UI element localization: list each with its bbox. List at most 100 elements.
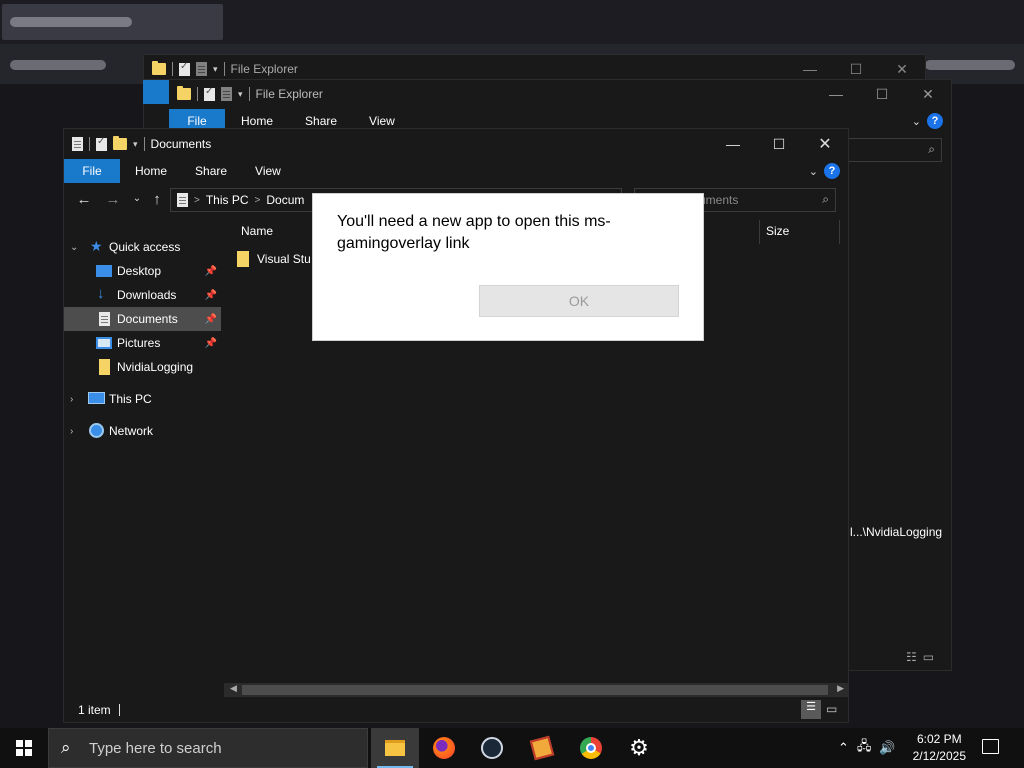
folder-icon [237, 251, 249, 267]
properties-icon[interactable] [96, 136, 107, 151]
taskbar-firefox[interactable] [420, 728, 468, 768]
windows-logo-icon [16, 740, 32, 756]
ok-button[interactable]: OK [479, 285, 679, 317]
column-divider[interactable] [839, 220, 840, 244]
taskbar-settings[interactable]: ⚙ [615, 728, 663, 768]
properties-icon[interactable] [204, 86, 215, 101]
breadcrumb-separator[interactable]: > [255, 195, 261, 206]
network-icon[interactable]: 🖧 [857, 737, 872, 759]
file-name: Visual Stu [257, 252, 311, 266]
close-button[interactable]: ✕ [905, 80, 951, 108]
ribbon-tabs: File Home Share View ⌄ ? [64, 159, 848, 183]
status-separator [118, 703, 120, 716]
tab-file-partial [143, 80, 169, 104]
documents-icon [177, 193, 188, 207]
clock[interactable]: 6:02 PM 2/12/2025 [913, 731, 966, 765]
show-hidden-icons-icon[interactable]: ⌃ [838, 740, 849, 756]
chevron-down-icon[interactable]: ▾ [213, 64, 218, 75]
up-arrow-icon[interactable]: ↑ [145, 191, 169, 208]
pin-icon[interactable]: 📌 [205, 290, 217, 301]
desktop-top-strip [0, 0, 1024, 44]
taskbar-game-app[interactable] [518, 728, 566, 768]
tab-file[interactable]: File [64, 159, 120, 183]
details-view-icon[interactable]: ☰ [801, 700, 821, 719]
chevron-down-icon[interactable]: ▾ [133, 139, 138, 150]
search-placeholder: Type here to search [89, 739, 222, 757]
app-needed-dialog: You'll need a new app to open this ms-ga… [312, 193, 704, 341]
nav-label: Documents [117, 312, 178, 326]
view-buttons: ☷ ▭ [906, 650, 934, 664]
clock-time: 6:02 PM [916, 732, 962, 746]
tab-home[interactable]: Home [120, 159, 181, 183]
window-title: Documents [150, 137, 212, 151]
expand-chevron-icon[interactable]: › [70, 426, 73, 437]
nav-network[interactable]: › Network [64, 419, 221, 443]
game-app-icon [529, 735, 555, 761]
start-button[interactable] [0, 728, 48, 768]
details-view-icon[interactable]: ☷ [906, 650, 917, 664]
taskbar-search-input[interactable]: ⌕ Type here to search [48, 728, 368, 768]
forward-arrow-icon[interactable]: → [101, 191, 125, 208]
back-arrow-icon[interactable]: ← [72, 191, 96, 208]
nav-label: Downloads [117, 288, 177, 302]
new-folder-icon[interactable] [221, 87, 232, 101]
taskbar-steam[interactable] [468, 728, 516, 768]
chrome-icon [580, 737, 602, 759]
column-divider[interactable] [759, 220, 760, 244]
chevron-down-icon[interactable]: ▾ [238, 89, 243, 100]
column-header-size[interactable]: Size [766, 224, 789, 238]
expand-chevron-icon[interactable]: ⌄ [70, 242, 78, 253]
minimize-button[interactable]: — [813, 80, 859, 108]
help-icon[interactable]: ? [824, 163, 840, 179]
chevron-down-icon[interactable]: ⌄ [912, 115, 921, 128]
search-icon: ⌕ [928, 142, 935, 156]
minimize-button[interactable]: — [710, 129, 756, 159]
nav-item-nvidialogging[interactable]: NvidiaLogging [64, 355, 221, 379]
nav-quick-access[interactable]: ⌄ ★ Quick access [64, 235, 221, 259]
scroll-right-icon[interactable]: ▶ [837, 683, 844, 694]
folder-icon [99, 359, 110, 375]
horizontal-scrollbar[interactable]: ◀ ▶ [224, 683, 848, 697]
taskbar-file-explorer[interactable] [371, 728, 419, 768]
large-icons-view-icon[interactable]: ▭ [826, 702, 837, 716]
file-explorer-icon [385, 740, 405, 756]
notifications-icon[interactable] [982, 739, 999, 754]
column-header-name[interactable]: Name [241, 224, 273, 238]
chevron-down-icon[interactable]: ⌄ [809, 165, 818, 178]
desktop-icon [96, 265, 112, 277]
expand-chevron-icon[interactable]: › [70, 394, 73, 405]
maximize-button[interactable]: ☐ [859, 80, 905, 108]
taskbar-chrome[interactable] [567, 728, 615, 768]
search-box[interactable]: s ⌕ [834, 138, 942, 162]
nav-item-documents[interactable]: Documents 📌 [64, 307, 221, 331]
tab-view[interactable]: View [241, 159, 295, 183]
help-icon[interactable]: ? [927, 113, 943, 129]
tab-share[interactable]: Share [181, 159, 241, 183]
steam-icon [481, 737, 503, 759]
nav-this-pc[interactable]: › This PC [64, 387, 221, 411]
close-button[interactable]: ✕ [802, 129, 848, 159]
scrollbar-thumb[interactable] [242, 685, 828, 695]
breadcrumb-this-pc[interactable]: This PC [206, 193, 249, 207]
volume-icon[interactable]: 🔊 [879, 740, 895, 756]
large-icons-view-icon[interactable]: ▭ [923, 650, 934, 664]
nav-item-downloads[interactable]: ↓ Downloads 📌 [64, 283, 221, 307]
pin-icon[interactable]: 📌 [205, 266, 217, 277]
scroll-left-icon[interactable]: ◀ [230, 683, 237, 694]
download-icon: ↓ [97, 285, 105, 302]
pin-icon[interactable]: 📌 [205, 338, 217, 349]
computer-icon [88, 392, 105, 404]
nav-item-desktop[interactable]: Desktop 📌 [64, 259, 221, 283]
new-folder-icon[interactable] [196, 62, 207, 76]
nav-label: NvidiaLogging [117, 360, 194, 374]
documents-icon [99, 312, 110, 326]
breadcrumb-documents[interactable]: Docum [266, 193, 304, 207]
nav-label: Network [109, 424, 154, 438]
status-path: l...\NvidiaLogging [850, 525, 943, 539]
pin-icon[interactable]: 📌 [205, 314, 217, 325]
breadcrumb-separator[interactable]: > [194, 195, 200, 206]
nav-item-pictures[interactable]: Pictures 📌 [64, 331, 221, 355]
new-folder-icon[interactable] [113, 136, 127, 150]
properties-icon[interactable] [179, 61, 190, 76]
maximize-button[interactable]: ☐ [756, 129, 802, 159]
